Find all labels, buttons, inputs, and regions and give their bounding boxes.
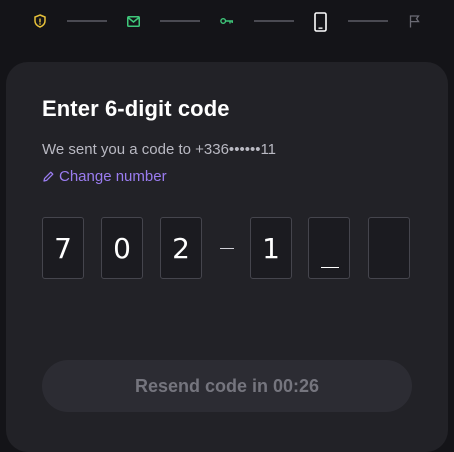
- phone-icon: [311, 11, 329, 33]
- resend-code-button[interactable]: Resend code in 00:26: [42, 360, 412, 412]
- sent-code-message: We sent you a code to +336••••••11: [42, 141, 277, 158]
- shield-icon: [31, 12, 49, 30]
- code-digit-6[interactable]: [368, 217, 410, 279]
- flag-icon: [405, 12, 423, 30]
- change-number-link[interactable]: Change number: [42, 168, 167, 185]
- mail-icon: [124, 12, 142, 30]
- code-digit-5[interactable]: [308, 217, 350, 279]
- key-icon: [218, 12, 236, 30]
- progress-stepper: [0, 0, 454, 44]
- code-digit-1[interactable]: 7: [42, 217, 84, 279]
- step-connector: [160, 20, 200, 22]
- code-digit-4[interactable]: 1: [250, 217, 292, 279]
- page-title: Enter 6-digit code: [42, 96, 230, 121]
- code-digit-2[interactable]: 0: [101, 217, 143, 279]
- pencil-icon: [42, 170, 55, 183]
- input-cursor: [321, 267, 339, 268]
- step-connector: [348, 20, 388, 22]
- step-connector: [67, 20, 107, 22]
- code-digit-3[interactable]: 2: [160, 217, 202, 279]
- step-connector: [254, 20, 294, 22]
- change-number-label: Change number: [59, 168, 167, 185]
- verification-card: Enter 6-digit code We sent you a code to…: [6, 62, 448, 452]
- code-separator: [220, 248, 234, 249]
